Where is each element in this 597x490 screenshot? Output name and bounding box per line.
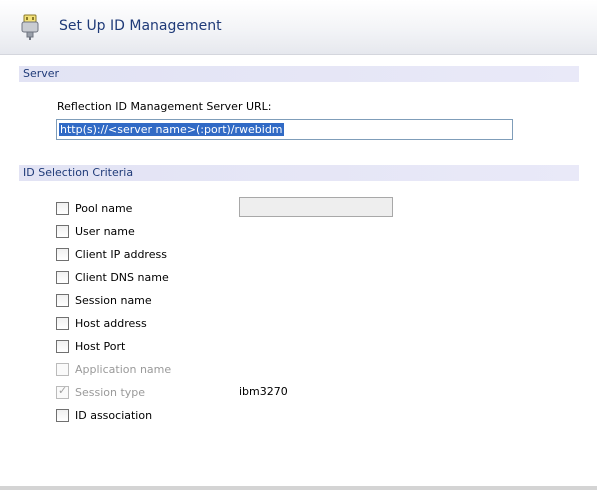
host-port-checkbox[interactable]	[56, 340, 69, 353]
session-type-checkbox: ✓	[56, 384, 69, 399]
host-address-label: Host address	[75, 317, 147, 330]
criteria-host-port[interactable]: Host Port	[56, 339, 256, 355]
session-name-label: Session name	[75, 294, 152, 307]
criteria-application-name: Application name	[56, 362, 256, 378]
session-type-value: ibm3270	[239, 385, 288, 398]
bottom-divider	[0, 486, 597, 490]
server-url-label: Reflection ID Management Server URL:	[57, 100, 272, 113]
user-name-label: User name	[75, 225, 135, 238]
header: Set Up ID Management	[0, 0, 597, 55]
user-name-checkbox[interactable]	[56, 225, 69, 238]
pool-name-input[interactable]	[239, 197, 393, 217]
client-dns-name-label: Client DNS name	[75, 271, 169, 284]
host-address-checkbox[interactable]	[56, 317, 69, 330]
client-ip-address-label: Client IP address	[75, 248, 167, 261]
criteria-client-ip-address[interactable]: Client IP address	[56, 247, 256, 263]
pool-name-label: Pool name	[75, 202, 133, 215]
checkmark-icon: ✓	[58, 384, 68, 397]
id-association-label: ID association	[75, 409, 153, 422]
id-association-checkbox[interactable]	[56, 409, 69, 422]
server-url-value: http(s)://<server name>(:port)/rwebidm	[59, 123, 284, 136]
application-name-checkbox	[56, 363, 69, 376]
pool-name-checkbox[interactable]	[56, 202, 69, 215]
criteria-session-name[interactable]: Session name	[56, 293, 256, 309]
page-title: Set Up ID Management	[59, 18, 222, 34]
criteria-session-type: ✓ Session type	[56, 384, 256, 401]
application-name-label: Application name	[75, 363, 172, 376]
criteria-client-dns-name[interactable]: Client DNS name	[56, 270, 256, 286]
criteria-section-header: ID Selection Criteria	[19, 165, 579, 181]
criteria-id-association[interactable]: ID association	[56, 408, 256, 424]
host-port-label: Host Port	[75, 340, 126, 353]
criteria-user-name[interactable]: User name	[56, 224, 256, 240]
client-ip-address-checkbox[interactable]	[56, 248, 69, 261]
session-type-label: Session type	[75, 386, 146, 399]
criteria-host-address[interactable]: Host address	[56, 316, 256, 332]
server-section-header: Server	[19, 66, 579, 82]
session-name-checkbox[interactable]	[56, 294, 69, 307]
plug-connector-icon	[21, 14, 39, 40]
criteria-pool-name[interactable]: Pool name	[56, 201, 256, 217]
client-dns-name-checkbox[interactable]	[56, 271, 69, 284]
server-url-input[interactable]: http(s)://<server name>(:port)/rwebidm	[56, 119, 513, 140]
